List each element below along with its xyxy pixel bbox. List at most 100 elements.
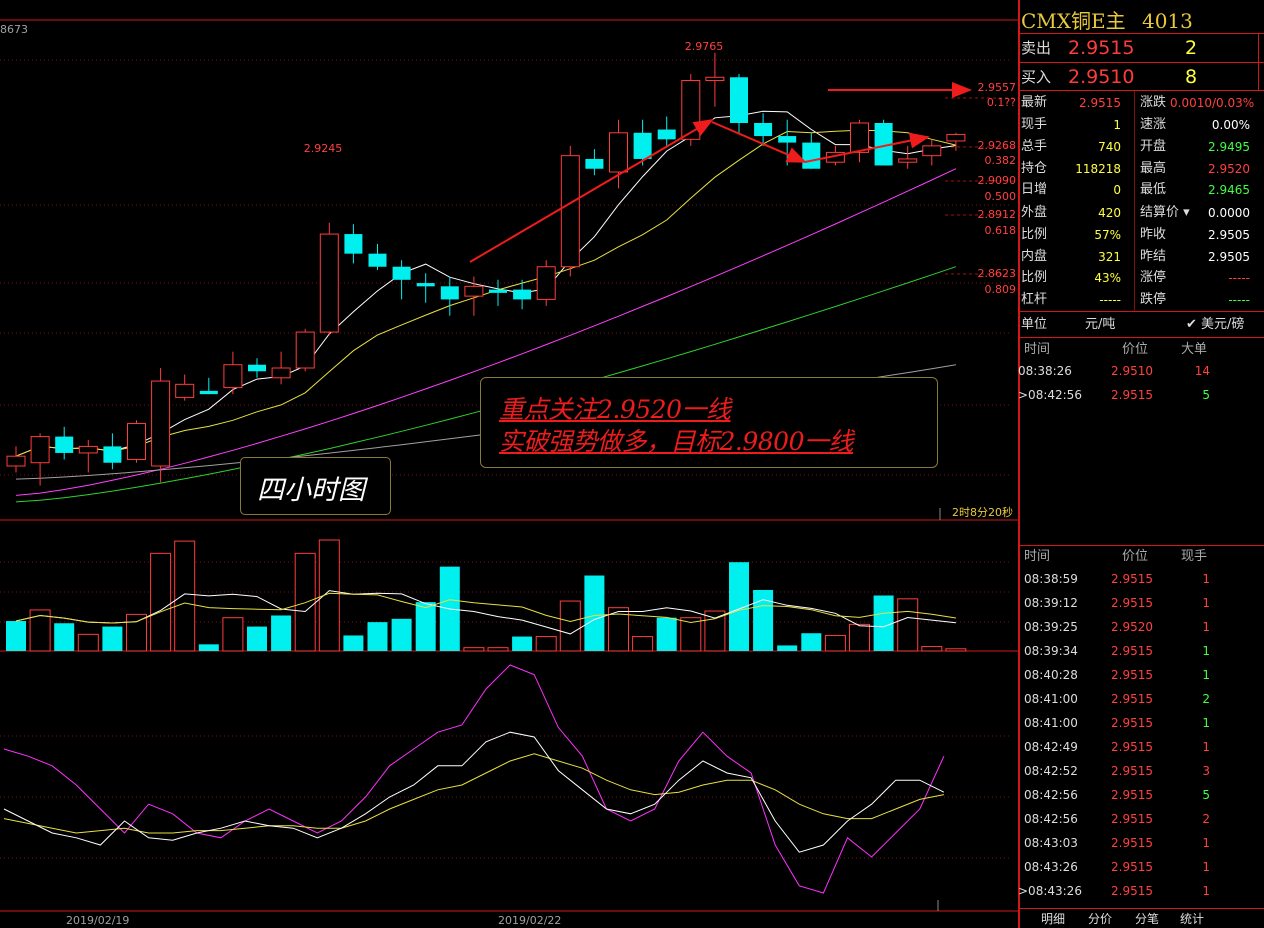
volume-bar (415, 602, 436, 651)
volume-bar (873, 595, 894, 651)
candle-body (657, 129, 676, 140)
volume-bar (77, 633, 99, 652)
panel-divider (1018, 90, 1264, 91)
volume-bar (6, 621, 26, 651)
candle-body (489, 289, 507, 293)
stat-label: 涨停 (1140, 270, 1167, 285)
date-label: 2019/02/22 (498, 914, 561, 927)
tick-row-vol: 2 (1202, 812, 1210, 826)
big-order-row-time: >08:42:56 (1018, 388, 1082, 402)
candle-body (248, 364, 266, 372)
panel-divider (1018, 62, 1264, 63)
big-order-row-time: 08:38:26 (1018, 364, 1072, 378)
candle-body (151, 380, 171, 467)
unit-label: 单位 (1021, 317, 1048, 332)
big-order-row-price: 2.9515 (1111, 388, 1153, 402)
sell-price: 2.9515 (1068, 37, 1135, 59)
stat-value: 2.9495 (1208, 140, 1250, 154)
tick-row-price: 2.9515 (1111, 860, 1153, 874)
volume-bar (512, 636, 533, 651)
tick-row-vol: 1 (1202, 596, 1210, 610)
tick-row-time: 08:41:00 (1024, 716, 1078, 730)
panel-divider (1018, 545, 1264, 546)
tab-3[interactable]: 分笔 (1135, 910, 1159, 927)
buy-price: 2.9510 (1068, 66, 1135, 88)
candle-body (344, 234, 363, 254)
tab-1[interactable]: 明细 (1041, 910, 1065, 927)
stat-label: 内盘 (1021, 249, 1048, 264)
peak-price-label: 2.9245 (304, 142, 343, 155)
panel-divider (1018, 908, 1264, 909)
candle-body (922, 145, 942, 157)
volume-bar (777, 645, 798, 651)
volume-bar (271, 615, 292, 651)
sell-volume: 2 (1185, 37, 1198, 59)
tick-row-price: 2.9515 (1111, 596, 1153, 610)
stat-value: 321 (1098, 250, 1121, 264)
volume-bar (54, 623, 75, 651)
volume-bar (222, 617, 244, 652)
fib-price-label: 2.8623 (978, 267, 1017, 280)
candle-body (175, 383, 195, 398)
fib-price-label: 2.9090 (978, 174, 1017, 187)
tick-row-vol: 1 (1202, 740, 1210, 754)
tab-4[interactable]: 统计 (1180, 910, 1204, 927)
buy-label: 买入 (1021, 68, 1052, 86)
tick-row-time: 08:39:12 (1024, 596, 1078, 610)
tick-row-vol: 1 (1202, 644, 1210, 658)
tick-row-price: 2.9515 (1111, 788, 1153, 802)
stat-value: 0 (1113, 183, 1121, 197)
tick-row-time: 08:42:49 (1024, 740, 1078, 754)
candle-body (705, 76, 725, 82)
candle-body (585, 158, 604, 169)
symbol-title: CMX铜E主 4013 (1021, 5, 1193, 34)
stat-value: 0.00% (1211, 118, 1250, 132)
candle-body (560, 155, 580, 268)
quote-box-border (1258, 33, 1259, 90)
volume-bar (174, 540, 196, 652)
panel-divider (1018, 337, 1264, 338)
tick-header-price: 价位 (1122, 549, 1149, 564)
symbol-name: CMX铜E主 (1021, 9, 1126, 33)
candle-body (730, 77, 748, 123)
stat-label: 杠杆 (1021, 292, 1048, 307)
stat-value: 1 (1113, 118, 1121, 132)
tick-header-time: 时间 (1024, 549, 1051, 564)
note-line-1: 重点关注2.9520一线 (499, 395, 731, 424)
date-label: 2019/02/19 (66, 914, 129, 927)
tick-row-vol: 1 (1202, 716, 1210, 730)
analysis-note: 重点关注2.9520一线 实破强势做多，目标2.9800一线 (480, 377, 938, 468)
volume-bar (247, 626, 267, 651)
countdown: 2时8分20秒 (952, 506, 1013, 519)
tab-2[interactable]: 分价 (1088, 910, 1112, 927)
kdj-d-line (3, 753, 944, 834)
timeframe-callout: 四小时图 (240, 457, 391, 515)
tick-row-price: 2.9515 (1111, 764, 1153, 778)
tick-row-time: 08:39:34 (1024, 644, 1078, 658)
volume-bar (945, 648, 967, 652)
stat-label: 跌停 (1140, 292, 1167, 307)
big-order-row-price: 2.9510 (1111, 364, 1153, 378)
stat-value: 118218 (1075, 162, 1121, 176)
stat-label: 持仓 (1021, 161, 1048, 176)
candle-body (536, 266, 556, 300)
tick-row-time: >08:43:26 (1018, 884, 1082, 898)
stat-value: 2.9505 (1208, 228, 1250, 242)
volume-bar (487, 647, 509, 652)
tick-row-price: 2.9515 (1111, 716, 1153, 730)
tick-row-vol: 3 (1202, 764, 1210, 778)
tick-row-price: 2.9520 (1111, 620, 1153, 634)
big-order-header-price: 价位 (1122, 342, 1149, 357)
candle-body (802, 142, 821, 169)
tick-row-time: 08:42:56 (1024, 812, 1078, 826)
volume-bar (102, 626, 123, 651)
currency-toggle[interactable]: ✔ 美元/磅 (1186, 317, 1244, 333)
tick-row-vol: 1 (1202, 836, 1210, 850)
panel-divider (1018, 33, 1264, 34)
candle-body (392, 266, 411, 280)
stat-value: 2.9515 (1079, 96, 1121, 110)
stat-label: 现手 (1021, 117, 1048, 132)
stat-value: ----- (1228, 271, 1250, 285)
tick-row-price: 2.9515 (1111, 692, 1153, 706)
stat-label: 外盘 (1021, 205, 1048, 220)
